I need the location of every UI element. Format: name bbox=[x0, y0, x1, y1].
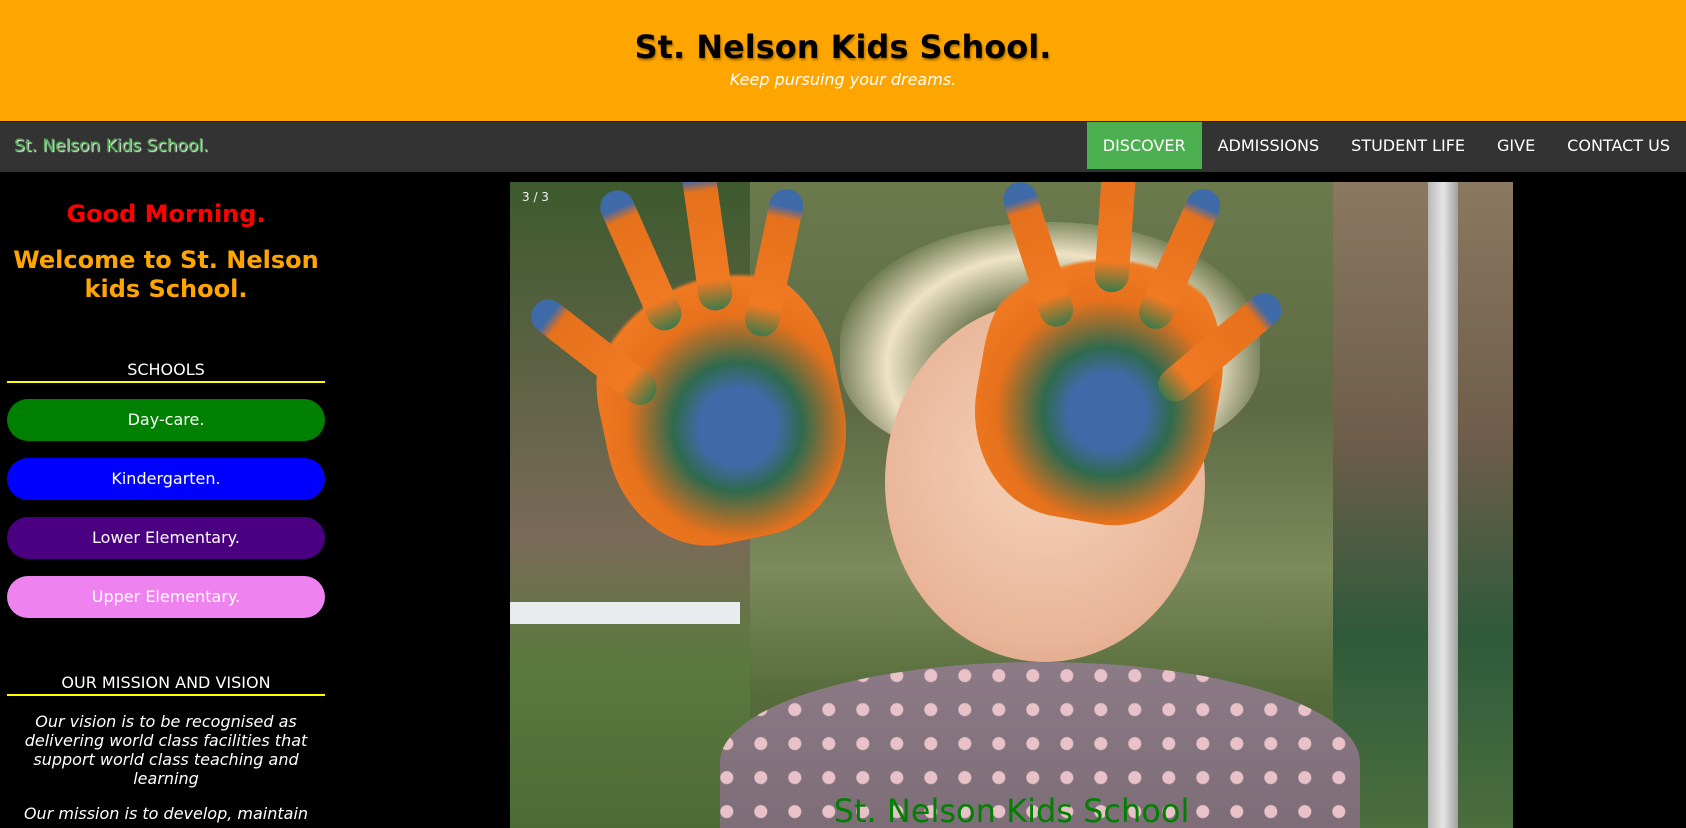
site-title: St. Nelson Kids School. bbox=[634, 28, 1052, 66]
nav-link-give[interactable]: GIVE bbox=[1481, 122, 1551, 169]
vision-paragraph: Our vision is to be recognised as delive… bbox=[24, 712, 308, 788]
slide-background-pole bbox=[1428, 182, 1458, 828]
nav-link-discover[interactable]: DISCOVER bbox=[1086, 122, 1202, 169]
greeting-text: Good Morning. bbox=[66, 200, 266, 228]
slide-background-post bbox=[1333, 182, 1513, 828]
slide-background-bench bbox=[510, 602, 740, 624]
nav-brand-link[interactable]: St. Nelson Kids School. bbox=[14, 136, 208, 156]
school-button-day-care[interactable]: Day-care. bbox=[7, 399, 325, 441]
left-sidebar: Good Morning. Welcome to St. Nelson kids… bbox=[7, 182, 325, 823]
school-button-kindergarten[interactable]: Kindergarten. bbox=[7, 458, 325, 500]
top-navbar: St. Nelson Kids School. DISCOVER ADMISSI… bbox=[0, 121, 1686, 172]
school-button-upper-elementary[interactable]: Upper Elementary. bbox=[7, 576, 325, 618]
nav-link-admissions[interactable]: ADMISSIONS bbox=[1202, 122, 1336, 169]
hero-slideshow[interactable]: 3 / 3 St. Nelson Kids School bbox=[510, 182, 1513, 828]
school-button-lower-elementary[interactable]: Lower Elementary. bbox=[7, 517, 325, 559]
slide-image bbox=[510, 182, 1513, 828]
welcome-text: Welcome to St. Nelson kids School. bbox=[13, 246, 319, 303]
slide-counter: 3 / 3 bbox=[522, 190, 549, 204]
nav-links: DISCOVER ADMISSIONS STUDENT LIFE GIVE CO… bbox=[1086, 122, 1686, 172]
schools-heading: SCHOOLS bbox=[7, 360, 325, 383]
nav-link-student-life[interactable]: STUDENT LIFE bbox=[1335, 122, 1481, 169]
slide-caption: St. Nelson Kids School bbox=[833, 792, 1190, 828]
mission-paragraph: Our mission is to develop, maintain bbox=[23, 804, 309, 823]
site-header: St. Nelson Kids School. Keep pursuing yo… bbox=[0, 0, 1686, 121]
nav-link-contact-us[interactable]: CONTACT US bbox=[1551, 122, 1686, 169]
site-tagline: Keep pursuing your dreams. bbox=[729, 70, 957, 89]
mission-heading: OUR MISSION AND VISION bbox=[7, 673, 325, 696]
